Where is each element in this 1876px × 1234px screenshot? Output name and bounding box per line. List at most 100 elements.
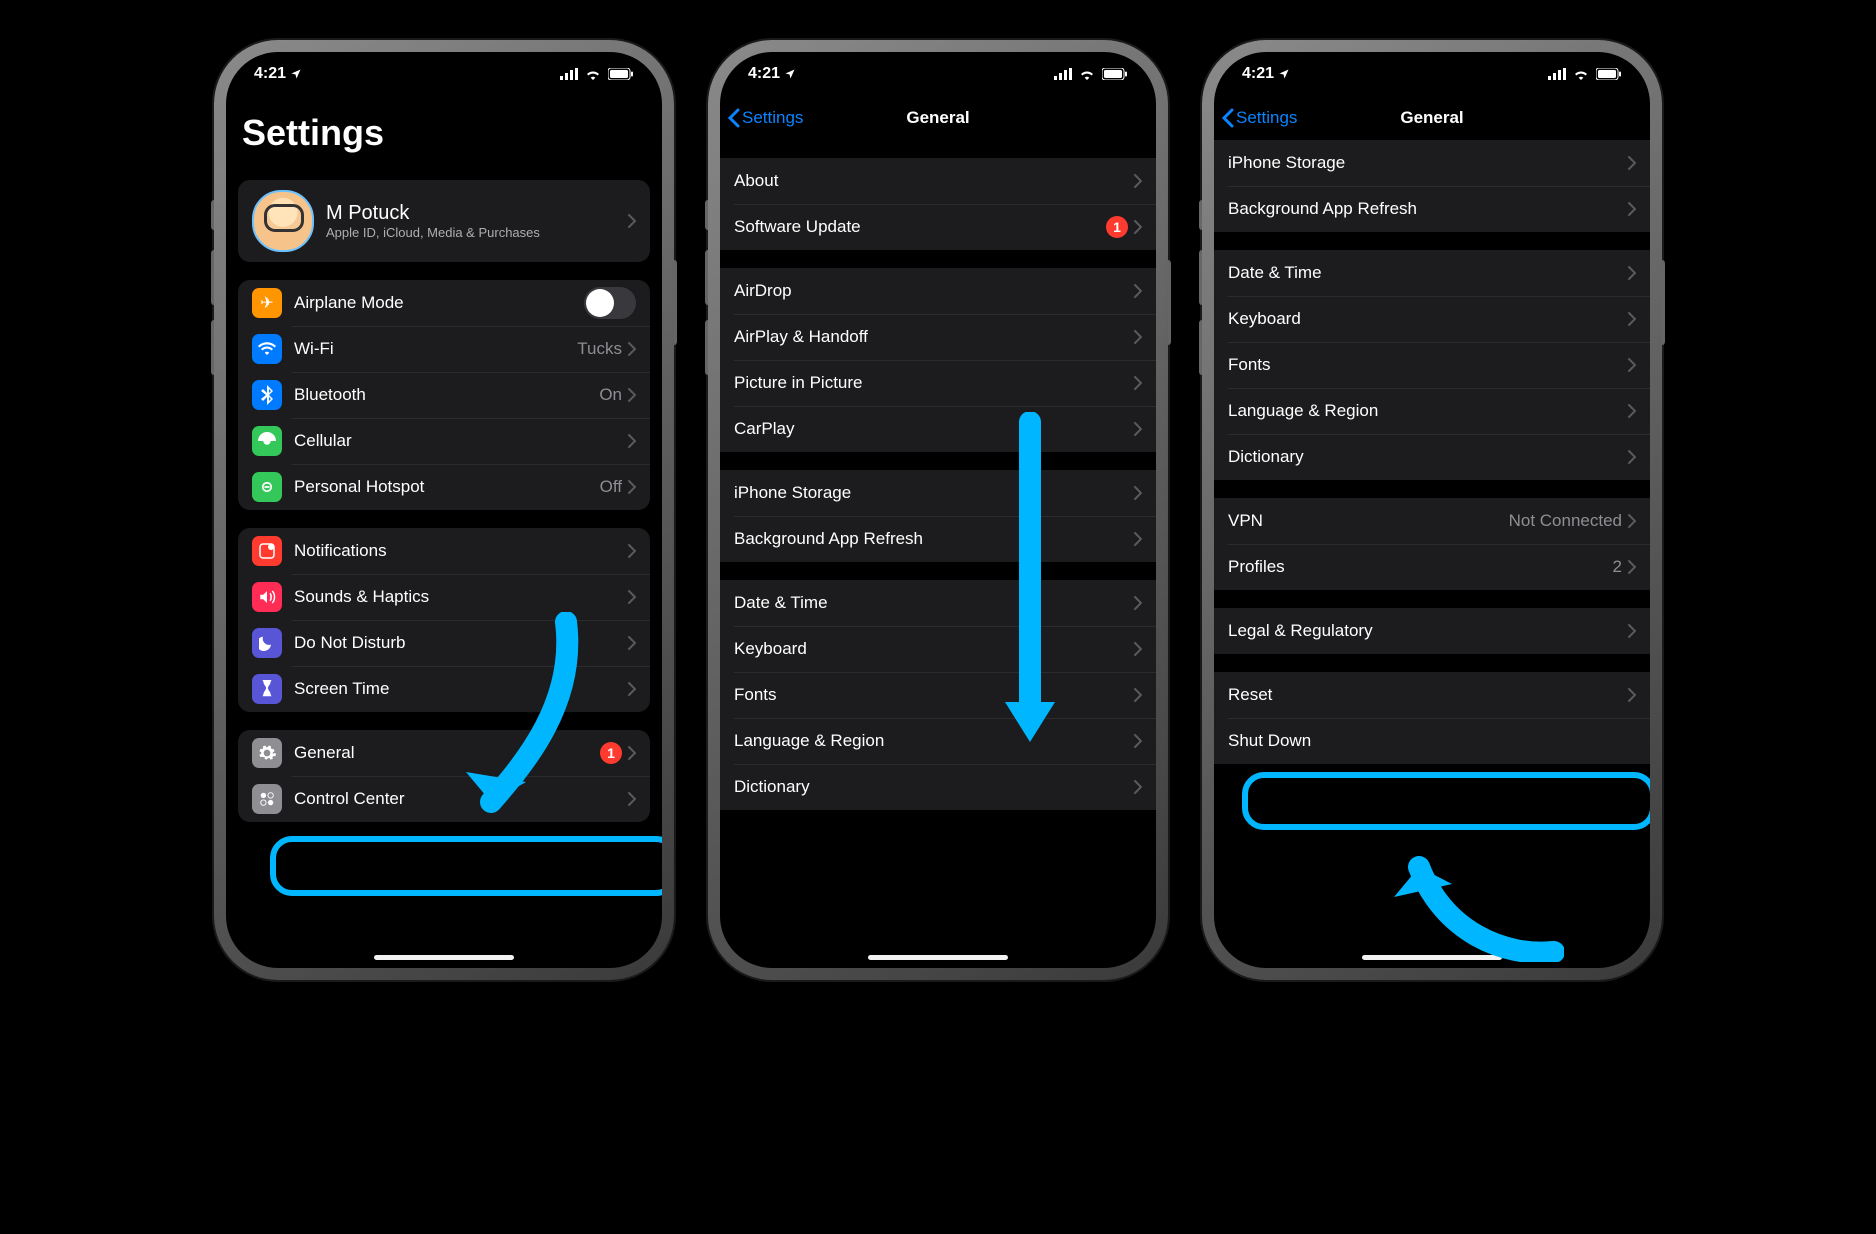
- row-do-not-disturb[interactable]: Do Not Disturb: [238, 620, 650, 666]
- badge: 1: [1106, 216, 1128, 238]
- row-date-time[interactable]: Date & Time: [720, 580, 1156, 626]
- location-icon: [1278, 68, 1290, 80]
- row-picture-in-picture[interactable]: Picture in Picture: [720, 360, 1156, 406]
- row-airplane-mode[interactable]: ✈︎ Airplane Mode: [238, 280, 650, 326]
- wifi-settings-icon: [252, 334, 282, 364]
- chevron-right-icon: [1628, 450, 1636, 464]
- row-wifi[interactable]: Wi-Fi Tucks: [238, 326, 650, 372]
- wifi-icon: [1572, 68, 1590, 80]
- chevron-right-icon: [628, 480, 636, 494]
- notifications-icon: [252, 536, 282, 566]
- chevron-right-icon: [1628, 514, 1636, 528]
- row-reset[interactable]: Reset: [1214, 672, 1650, 718]
- page-title: Settings: [226, 96, 662, 162]
- chevron-right-icon: [1628, 202, 1636, 216]
- tutorial-highlight: [270, 836, 662, 896]
- airplane-icon: ✈︎: [252, 288, 282, 318]
- row-control-center[interactable]: Control Center: [238, 776, 650, 822]
- dnd-icon: [252, 628, 282, 658]
- chevron-right-icon: [1628, 624, 1636, 638]
- row-fonts[interactable]: Fonts: [720, 672, 1156, 718]
- phone-frame-1: 4:21 Settings M Potuck: [214, 40, 674, 980]
- row-airdrop[interactable]: AirDrop: [720, 268, 1156, 314]
- home-indicator[interactable]: [374, 955, 514, 960]
- row-legal-regulatory[interactable]: Legal & Regulatory: [1214, 608, 1650, 654]
- row-carplay[interactable]: CarPlay: [720, 406, 1156, 452]
- chevron-right-icon: [1134, 422, 1142, 436]
- row-general[interactable]: General 1: [238, 730, 650, 776]
- row-date-time[interactable]: Date & Time: [1214, 250, 1650, 296]
- row-airplay-handoff[interactable]: AirPlay & Handoff: [720, 314, 1156, 360]
- row-dictionary[interactable]: Dictionary: [720, 764, 1156, 810]
- row-sounds-haptics[interactable]: Sounds & Haptics: [238, 574, 650, 620]
- screentime-icon: [252, 674, 282, 704]
- notch: [1332, 52, 1532, 82]
- row-language-region[interactable]: Language & Region: [720, 718, 1156, 764]
- cellular-settings-icon: [252, 426, 282, 456]
- chevron-right-icon: [628, 544, 636, 558]
- row-screen-time[interactable]: Screen Time: [238, 666, 650, 712]
- row-about[interactable]: About: [720, 158, 1156, 204]
- chevron-right-icon: [628, 434, 636, 448]
- chevron-right-icon: [1134, 642, 1142, 656]
- home-indicator[interactable]: [868, 955, 1008, 960]
- wifi-icon: [1078, 68, 1096, 80]
- row-iphone-storage[interactable]: iPhone Storage: [1214, 140, 1650, 186]
- tutorial-arrow-icon: [1384, 822, 1564, 962]
- row-bluetooth[interactable]: Bluetooth On: [238, 372, 650, 418]
- chevron-right-icon: [1628, 404, 1636, 418]
- cellular-icon: [1054, 68, 1072, 80]
- chevron-right-icon: [628, 682, 636, 696]
- chevron-right-icon: [1134, 596, 1142, 610]
- apple-id-row[interactable]: M Potuck Apple ID, iCloud, Media & Purch…: [238, 180, 650, 262]
- phone-frame-3: 4:21 Settings General iPhone Storag: [1202, 40, 1662, 980]
- battery-icon: [1596, 68, 1622, 80]
- chevron-right-icon: [1134, 780, 1142, 794]
- row-keyboard[interactable]: Keyboard: [720, 626, 1156, 672]
- location-icon: [290, 68, 302, 80]
- row-personal-hotspot[interactable]: Personal Hotspot Off: [238, 464, 650, 510]
- row-background-app-refresh[interactable]: Background App Refresh: [720, 516, 1156, 562]
- chevron-right-icon: [1628, 156, 1636, 170]
- row-shut-down[interactable]: Shut Down: [1214, 718, 1650, 764]
- row-software-update[interactable]: Software Update1: [720, 204, 1156, 250]
- chevron-right-icon: [628, 746, 636, 760]
- badge: 1: [600, 742, 622, 764]
- cellular-icon: [560, 68, 578, 80]
- home-indicator[interactable]: [1362, 955, 1502, 960]
- chevron-right-icon: [628, 590, 636, 604]
- row-language-region[interactable]: Language & Region: [1214, 388, 1650, 434]
- row-profiles[interactable]: Profiles2: [1214, 544, 1650, 590]
- back-button[interactable]: Settings: [1214, 108, 1297, 128]
- chevron-right-icon: [1628, 560, 1636, 574]
- chevron-right-icon: [1134, 688, 1142, 702]
- chevron-right-icon: [628, 342, 636, 356]
- tutorial-highlight: [1242, 772, 1650, 830]
- profile-subtitle: Apple ID, iCloud, Media & Purchases: [326, 225, 616, 240]
- cellular-icon: [1548, 68, 1566, 80]
- chevron-right-icon: [1134, 376, 1142, 390]
- row-dictionary[interactable]: Dictionary: [1214, 434, 1650, 480]
- chevron-right-icon: [1134, 220, 1142, 234]
- chevron-right-icon: [628, 388, 636, 402]
- profile-name: M Potuck: [326, 202, 616, 225]
- row-iphone-storage[interactable]: iPhone Storage: [720, 470, 1156, 516]
- battery-icon: [1102, 68, 1128, 80]
- row-cellular[interactable]: Cellular: [238, 418, 650, 464]
- row-fonts[interactable]: Fonts: [1214, 342, 1650, 388]
- chevron-right-icon: [1134, 330, 1142, 344]
- row-notifications[interactable]: Notifications: [238, 528, 650, 574]
- row-vpn[interactable]: VPNNot Connected: [1214, 498, 1650, 544]
- row-background-app-refresh[interactable]: Background App Refresh: [1214, 186, 1650, 232]
- back-button[interactable]: Settings: [720, 108, 803, 128]
- chevron-right-icon: [1134, 486, 1142, 500]
- row-keyboard[interactable]: Keyboard: [1214, 296, 1650, 342]
- status-time: 4:21: [254, 65, 302, 83]
- notch: [838, 52, 1038, 82]
- chevron-left-icon: [1222, 108, 1234, 128]
- chevron-right-icon: [1134, 174, 1142, 188]
- chevron-right-icon: [1628, 688, 1636, 702]
- chevron-right-icon: [628, 792, 636, 806]
- airplane-toggle[interactable]: [584, 287, 636, 319]
- hotspot-icon: [252, 472, 282, 502]
